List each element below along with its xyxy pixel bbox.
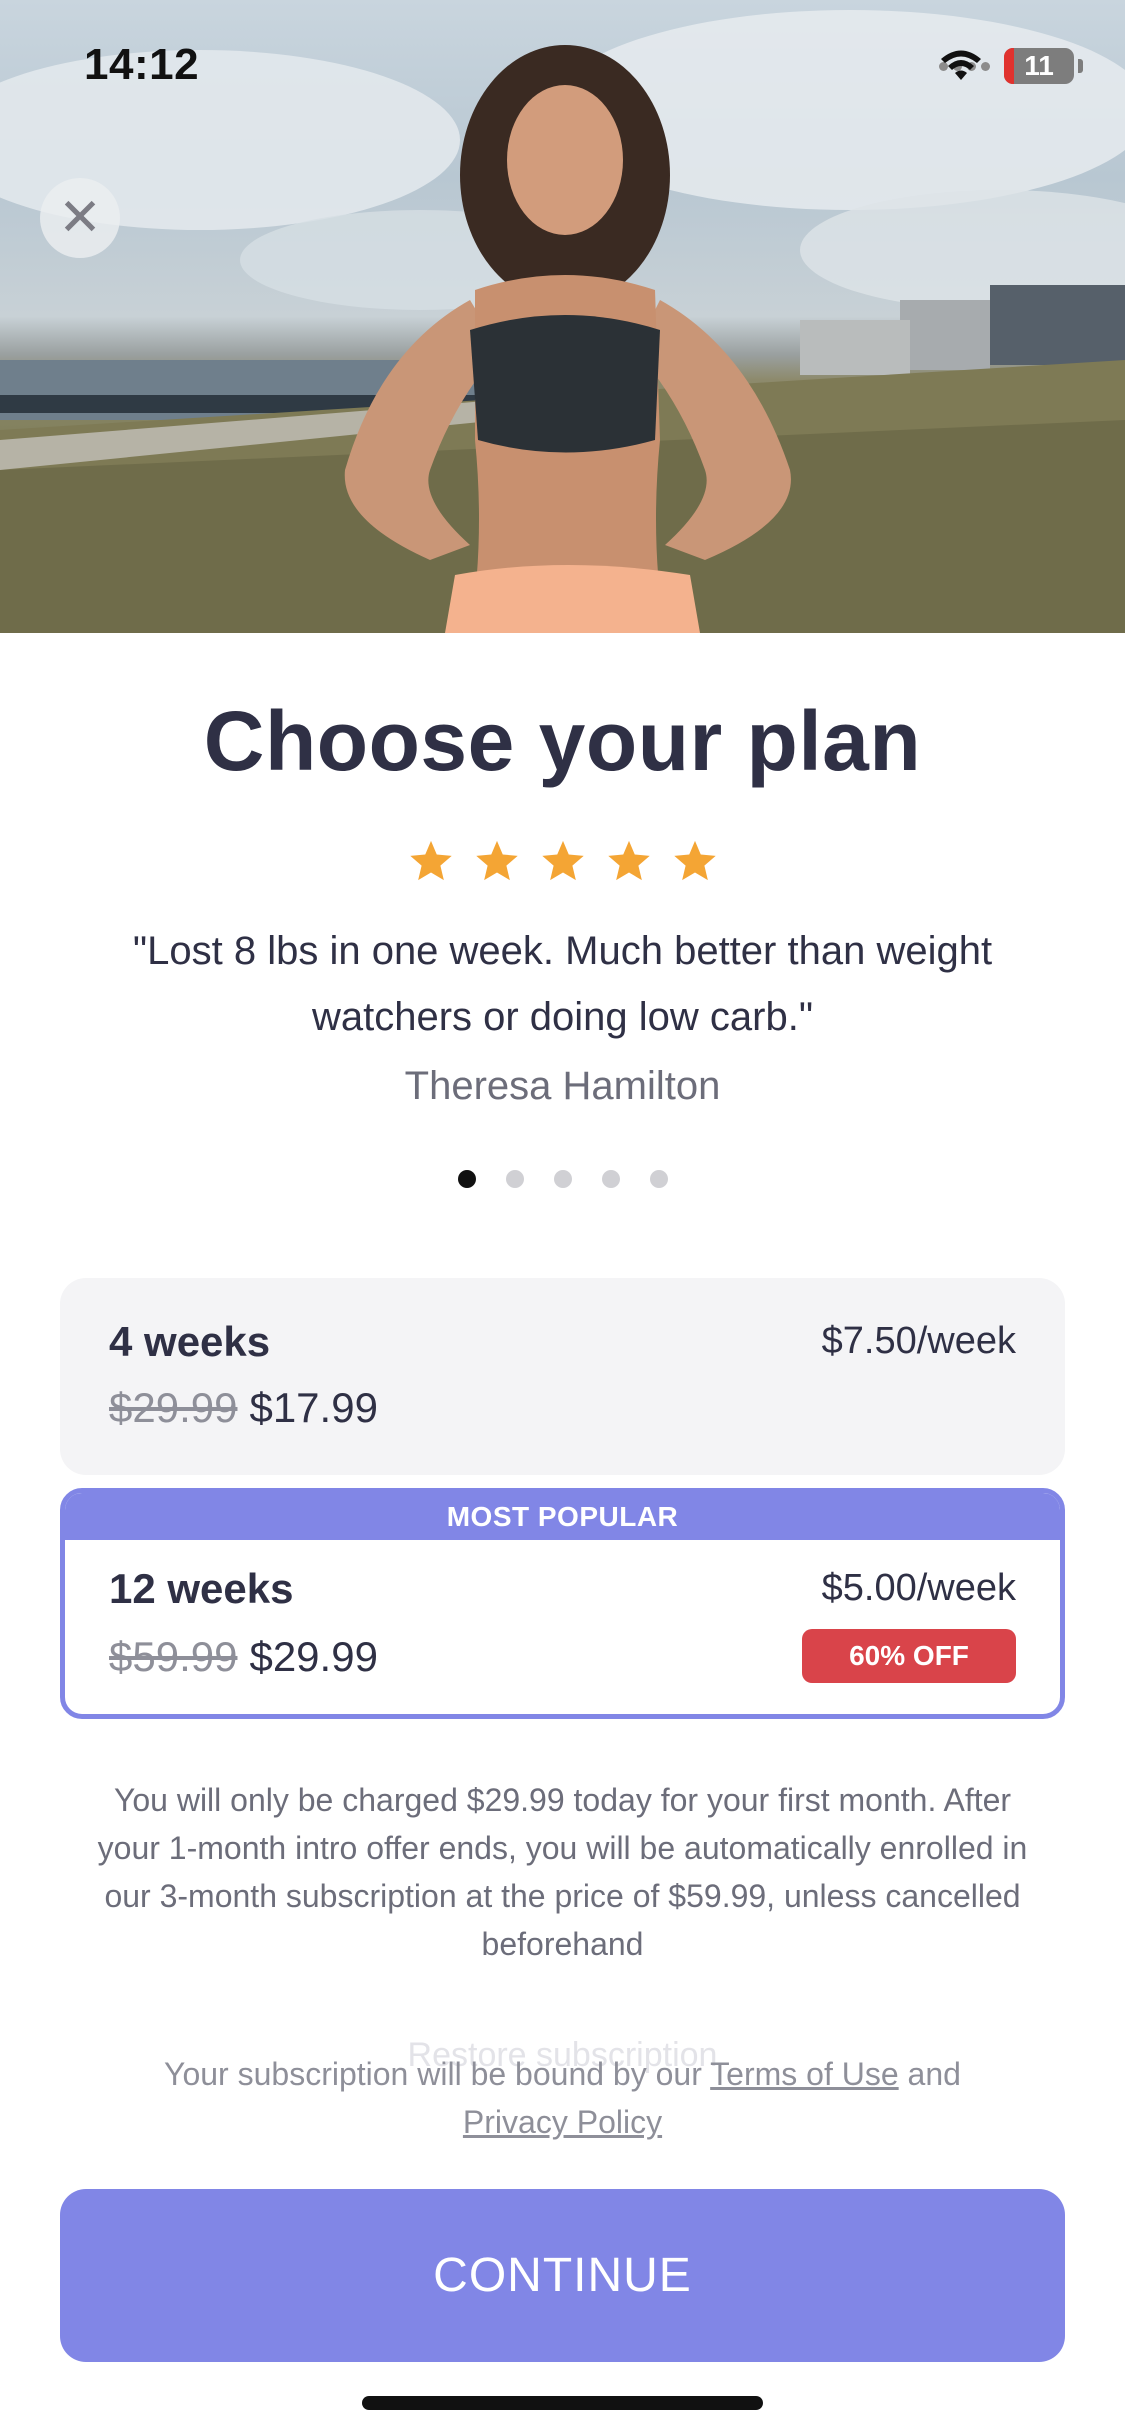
star-icon: [475, 840, 518, 881]
star-icon: [607, 840, 650, 881]
plan-new-price: $29.99: [249, 1633, 378, 1680]
carousel-dot[interactable]: [505, 1170, 524, 1188]
plan-per-week: $7.50/week: [821, 1320, 1016, 1362]
carousel-dot[interactable]: [601, 1170, 620, 1188]
plan-price: $29.99 $17.99: [109, 1384, 378, 1432]
carousel-dot[interactable]: [649, 1170, 668, 1188]
plan-old-price: $29.99: [109, 1384, 238, 1431]
review-quote: "Lost 8 lbs in one week. Much better tha…: [132, 929, 993, 1039]
battery-level: 11: [1024, 50, 1054, 81]
wifi-icon: [941, 50, 981, 80]
page-title: Choose your plan: [203, 694, 922, 788]
plan-option-12-weeks[interactable]: MOST POPULAR 12 weeks $59.99 $29.99 $5.00…: [60, 1488, 1065, 1719]
carousel-dot[interactable]: [553, 1170, 572, 1188]
star-icon: [541, 840, 584, 881]
paywall-screen: 14:12 11 ✕ Choose your plan "Lost 8 lbs …: [0, 0, 1125, 2436]
carousel-dot[interactable]: [457, 1170, 476, 1188]
plan-name: 12 weeks: [109, 1565, 294, 1612]
hero-photo: 14:12 11 ✕: [0, 0, 1125, 633]
close-button[interactable]: ✕: [40, 178, 120, 258]
carousel-pagination: [0, 1170, 1125, 1188]
most-popular-banner: MOST POPULAR: [65, 1493, 1060, 1540]
plan-option-4-weeks[interactable]: 4 weeks $29.99 $17.99 $7.50/week: [60, 1278, 1065, 1475]
plan-new-price: $17.99: [249, 1384, 378, 1431]
status-time: 14:12: [84, 40, 200, 89]
status-icons: 11: [939, 48, 1083, 84]
close-icon: ✕: [58, 189, 102, 247]
plan-price: $59.99 $29.99: [109, 1633, 378, 1681]
terms-of-use-link[interactable]: Terms of Use: [710, 2056, 898, 2092]
plan-per-week: $5.00/week: [821, 1567, 1016, 1609]
discount-badge: 60% OFF: [802, 1629, 1016, 1683]
star-icon: [673, 840, 716, 881]
home-indicator[interactable]: [362, 2396, 763, 2410]
plan-old-price: $59.99: [109, 1633, 238, 1680]
hero-illustration: [0, 10, 1125, 633]
terms-conjunction: and: [898, 2056, 961, 2092]
star-icon: [409, 840, 452, 881]
billing-disclaimer: You will only be charged $29.99 today fo…: [97, 1782, 1028, 1962]
rating-stars: [0, 838, 1125, 884]
continue-button[interactable]: CONTINUE: [60, 2189, 1065, 2362]
plan-name: 4 weeks: [109, 1318, 271, 1365]
battery-icon: 11: [1004, 48, 1074, 84]
privacy-policy-link[interactable]: Privacy Policy: [463, 2104, 662, 2140]
terms-prefix: Your subscription will be bound by our: [164, 2056, 711, 2092]
terms-notice: Your subscription will be bound by our T…: [80, 2050, 1045, 2146]
review-author: Theresa Hamilton: [404, 1064, 721, 1108]
battery-cap: [1078, 59, 1083, 73]
